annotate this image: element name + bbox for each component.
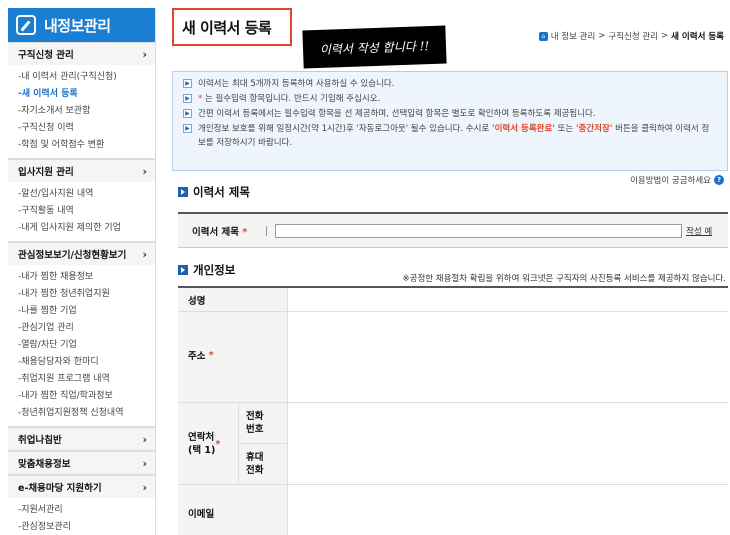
help-link[interactable]: 이용방법이 궁금하세요 ? (630, 174, 724, 186)
row-divider (178, 484, 728, 485)
sidebar-section-job-application: 구직신청 관리 › -내 이력서 관리(구직신청) -새 이력서 등록 -자기소개… (8, 42, 155, 159)
phone-label: 전화 번호 (246, 411, 264, 435)
sidebar-section-apply-management: 입사지원 관리 › -알선/입사지원 내역 -구직활동 내역 -내게 입사지원 제… (8, 159, 155, 242)
sidebar-item[interactable]: -구직신청 이력 (18, 120, 155, 137)
main-content: 새 이력서 등록 이력서 작성 합니다 !! ⌂ 내 정보 관리 > 구직신청 … (172, 8, 728, 535)
arrow-bullet-icon: ▶ (183, 109, 192, 118)
resume-title-input[interactable] (275, 223, 682, 238)
notice-item: ▶ 개인정보 보호를 위해 일정시간(약 1시간)후 '자동로그아웃' 될수 있… (183, 122, 717, 150)
sidebar-item[interactable]: -관심기업 관리 (18, 320, 155, 337)
sidebar-item[interactable]: -나를 찜한 기업 (18, 303, 155, 320)
sidebar-title-text: 내정보관리 (44, 16, 111, 35)
notice-box: ▶ 이력서는 최대 5개까지 등록하여 사용하실 수 있습니다. ▶ * 는 필… (172, 71, 728, 171)
page-title: 새 이력서 등록 (172, 8, 292, 46)
left-sidebar: 내정보관리 구직신청 관리 › -내 이력서 관리(구직신청) -새 이력서 등록… (8, 8, 156, 535)
annotation-sticker: 이력서 작성 합니다 !! (302, 25, 447, 69)
breadcrumb-separator: > (661, 31, 669, 41)
arrow-bullet-icon: ▶ (183, 124, 192, 133)
sidebar-section-head[interactable]: 구직신청 관리 › (8, 42, 155, 65)
sidebar-item-active[interactable]: -새 이력서 등록 (18, 86, 155, 103)
sidebar-title: 내정보관리 (8, 8, 155, 42)
sidebar-item[interactable]: -취업지원 프로그램 내역 (18, 371, 155, 388)
sidebar-item[interactable]: -알선/입사지원 내역 (18, 186, 155, 203)
chevron-right-icon: › (142, 456, 147, 470)
sidebar-item[interactable]: -구직활동 내역 (18, 203, 155, 220)
row-divider (178, 402, 728, 403)
sidebar-section-compass: 취업나침반 › (8, 427, 155, 451)
breadcrumb: ⌂ 내 정보 관리 > 구직신청 관리 > 새 이력서 등록 (538, 30, 724, 42)
label-column (178, 288, 288, 535)
sidebar-item[interactable]: -청년취업지원정책 신청내역 (18, 405, 155, 422)
sidebar-section-head[interactable]: 관심정보보기/신청현황보기 › (8, 242, 155, 265)
sidebar-section-e-recruit: e-채용마당 지원하기 › -지원서관리 -관심정보관리 (8, 475, 155, 535)
chevron-right-icon: › (142, 47, 147, 61)
photo-policy-note: ※공정한 채용절차 확립을 위하여 워크넷은 구직자의 사진등록 서비스를 제공… (402, 274, 727, 284)
sidebar-section-interests: 관심정보보기/신청현황보기 › -내가 찜한 채용정보 -내가 찜한 청년취업지원… (8, 242, 155, 427)
sidebar-section-head[interactable]: 입사지원 관리 › (8, 159, 155, 182)
contact-label: 연락처 (택 1) * (188, 432, 221, 456)
notice-item: ▶ * 는 필수입력 항목입니다. 반드시 기입해 주십시오. (183, 92, 717, 107)
sidebar-item[interactable]: -내 이력서 관리(구직신청) (18, 69, 155, 86)
personal-info-table: 성명 주소 * 연락처 (택 1) * 전화 번호 휴대 전화 이메일 (178, 286, 728, 535)
breadcrumb-item[interactable]: 구직신청 관리 (608, 30, 658, 42)
sidebar-item[interactable]: -내가 찜한 채용정보 (18, 269, 155, 286)
divider (266, 225, 267, 236)
breadcrumb-current: 새 이력서 등록 (671, 32, 724, 42)
sidebar-item[interactable]: -지원서관리 (18, 502, 155, 519)
sidebar-item[interactable]: -내가 찜한 청년취업지원 (18, 286, 155, 303)
sidebar-section-head[interactable]: e-채용마당 지원하기 › (8, 475, 155, 498)
mobile-label: 휴대 전화 (246, 452, 264, 476)
required-mark: * (198, 94, 203, 104)
sidebar-section-custom-jobs: 맞춤채용정보 › (8, 451, 155, 475)
sidebar-item[interactable]: -관심정보관리 (18, 519, 155, 535)
chevron-right-icon: › (142, 247, 147, 261)
breadcrumb-item[interactable]: 내 정보 관리 (551, 30, 596, 42)
sidebar-item[interactable]: -자기소개서 보관함 (18, 103, 155, 120)
sidebar-item[interactable]: -채용담당자와 한마디 (18, 354, 155, 371)
sidebar-item[interactable]: -열람/차단 기업 (18, 337, 155, 354)
sidebar-item[interactable]: -내게 입사지원 제의한 기업 (18, 220, 155, 237)
breadcrumb-separator: > (598, 31, 606, 41)
notice-item: ▶ 간편 이력서 등록에서는 필수입력 항목을 선 제공하며, 선택입력 항목은… (183, 107, 717, 122)
resume-title-row: 이력서 제목 * 작성 예 (178, 212, 728, 248)
section-heading-resume-title: 이력서 제목 (178, 184, 250, 200)
row-divider (238, 443, 288, 444)
section-heading-personal: 개인정보 (178, 262, 235, 278)
edit-icon (16, 15, 36, 35)
name-label: 성명 (188, 296, 206, 307)
chevron-right-icon: › (142, 480, 147, 494)
address-label: 주소 * (188, 349, 214, 363)
sidebar-section-head[interactable]: 취업나침반 › (8, 427, 155, 450)
row-divider (178, 311, 728, 312)
chevron-right-icon: › (142, 164, 147, 178)
email-label: 이메일 (188, 509, 215, 520)
section-marker-icon (178, 187, 188, 197)
sidebar-item[interactable]: -내가 찜한 직업/학과정보 (18, 388, 155, 405)
sidebar-item[interactable]: -학점 및 어학점수 변환 (18, 137, 155, 154)
example-link[interactable]: 작성 예 (686, 225, 712, 237)
arrow-bullet-icon: ▶ (183, 94, 192, 103)
home-icon[interactable]: ⌂ (538, 31, 548, 41)
sidebar-section-head[interactable]: 맞춤채용정보 › (8, 451, 155, 474)
question-icon[interactable]: ? (714, 175, 724, 185)
section-marker-icon (178, 265, 188, 275)
arrow-bullet-icon: ▶ (183, 79, 192, 88)
chevron-right-icon: › (142, 432, 147, 446)
resume-title-label: 이력서 제목 * (192, 226, 248, 238)
notice-item: ▶ 이력서는 최대 5개까지 등록하여 사용하실 수 있습니다. (183, 77, 717, 92)
